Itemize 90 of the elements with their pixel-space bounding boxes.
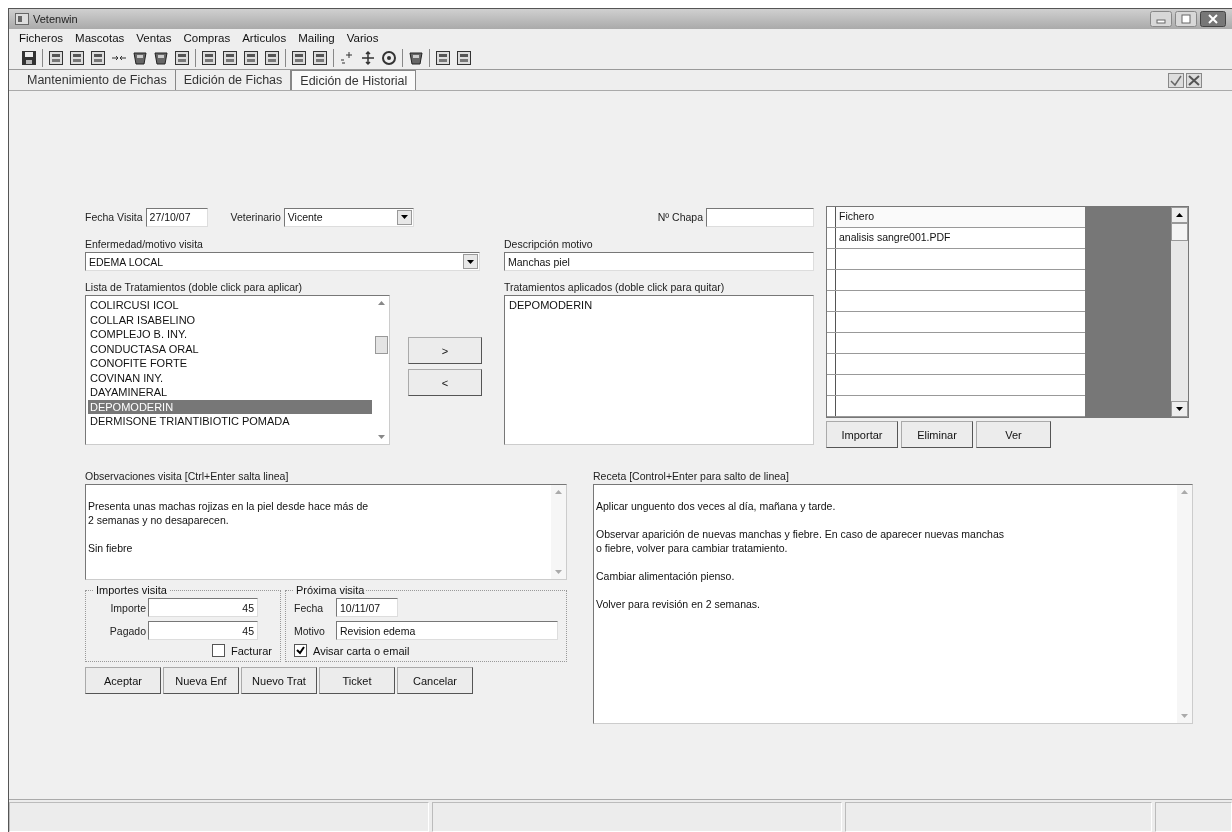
document-icon[interactable] — [312, 50, 328, 66]
vet-dropdown[interactable]: Vicente — [283, 207, 414, 227]
close-button[interactable] — [1200, 11, 1226, 27]
text-area-label: Observaciones visita [Ctrl+Enter salta linea] — [85, 470, 290, 482]
caret-down-icon[interactable] — [1176, 407, 1183, 411]
action-button[interactable]: Ticket — [319, 667, 395, 694]
field-label: Motivo — [294, 624, 326, 637]
action-button[interactable]: Nueva Enf — [163, 667, 239, 694]
document-icon[interactable] — [264, 50, 280, 66]
tab[interactable]: Mantenimiento de Fichas — [19, 70, 176, 90]
date-field[interactable]: 27/10/07 — [145, 207, 208, 227]
field-label: Fecha Visita — [85, 211, 143, 223]
scroll-thumb[interactable] — [375, 336, 388, 354]
tray-icon[interactable] — [153, 50, 169, 66]
list-item[interactable]: COLIRCUSI ICOL — [88, 298, 372, 313]
field-label: Descripción motivo — [504, 238, 594, 250]
illness-dropdown[interactable]: EDEMA LOCAL — [85, 252, 480, 271]
document-icon[interactable] — [435, 50, 451, 66]
action-button[interactable]: Aceptar — [85, 667, 161, 694]
check-icon[interactable] — [1168, 72, 1184, 88]
list-item[interactable]: CONDUCTASA ORAL — [88, 341, 372, 356]
list-item[interactable]: DAYAMINERAL — [88, 385, 372, 400]
menu-item[interactable]: Ficheros — [19, 32, 64, 44]
date-field[interactable]: 10/11/07 — [336, 598, 398, 617]
file-button[interactable]: Importar — [826, 421, 898, 448]
menu-item[interactable]: Compras — [183, 32, 231, 44]
document-icon[interactable] — [222, 50, 238, 66]
checkmark-icon — [296, 646, 305, 655]
ring-icon[interactable] — [381, 50, 397, 66]
field-label: Nº Chapa — [657, 211, 703, 223]
window-title: Vetenwin — [33, 13, 78, 25]
group-title: Próxima visita — [295, 584, 366, 596]
menu-item[interactable]: Mailing — [298, 32, 335, 44]
file-button[interactable]: Eliminar — [901, 421, 973, 448]
menu-item[interactable]: Ventas — [136, 32, 172, 44]
document-icon[interactable] — [456, 50, 472, 66]
document-icon[interactable] — [174, 50, 190, 66]
list-item[interactable]: COMPLEJO B. INY. — [88, 327, 372, 342]
scroll-thumb[interactable] — [1171, 223, 1188, 241]
document-icon[interactable] — [201, 50, 217, 66]
column-header[interactable]: Fichero — [836, 207, 1085, 227]
amount-field[interactable]: 45 — [148, 598, 258, 617]
invoice-checkbox[interactable]: Facturar — [212, 644, 272, 657]
field-label: Veterinario — [230, 211, 281, 223]
app-icon — [15, 13, 29, 25]
document-icon[interactable] — [48, 50, 64, 66]
table-cell-text: analisis sangre001.PDF — [838, 230, 952, 245]
chapa-field[interactable] — [706, 207, 814, 227]
document-icon[interactable] — [69, 50, 85, 66]
document-icon[interactable] — [291, 50, 307, 66]
move-button[interactable]: < — [408, 369, 482, 396]
text-area-label: Receta [Control+Enter para salto de linea] — [593, 470, 790, 482]
description-field[interactable]: Manchas piel — [504, 252, 814, 271]
list-item[interactable]: DEPOMODERIN — [507, 298, 811, 313]
document-icon[interactable] — [90, 50, 106, 66]
tray-icon[interactable] — [408, 50, 424, 66]
list-label: Lista de Tratamientos (doble click para aplicar) — [85, 281, 304, 293]
caret-down-icon[interactable] — [467, 259, 474, 264]
field-label: Fecha — [294, 601, 325, 614]
move-icon[interactable] — [360, 50, 376, 66]
maximize-button[interactable] — [1175, 11, 1197, 27]
scrollbar[interactable] — [1171, 207, 1188, 417]
sparkle-icon[interactable] — [339, 50, 355, 66]
menu-item[interactable]: Mascotas — [75, 32, 125, 44]
close-icon[interactable] — [1186, 72, 1202, 88]
list-item[interactable]: COVINAN INY. — [88, 370, 372, 385]
group-title: Importes visita — [95, 584, 168, 596]
field-label: Enfermedad/motivo visita — [85, 238, 204, 250]
list-item[interactable]: COLLAR ISABELINO — [88, 312, 372, 327]
action-button[interactable]: Cancelar — [397, 667, 473, 694]
menu-item[interactable]: Articulos — [242, 32, 287, 44]
list-item[interactable]: DEPOMODERIN — [88, 399, 372, 414]
list-item[interactable]: DERMISONE TRIANTIBIOTIC POMADA — [88, 414, 372, 429]
field-label: Importe — [109, 601, 146, 614]
caret-up-icon[interactable] — [1176, 213, 1183, 217]
action-button[interactable]: Nuevo Trat — [241, 667, 317, 694]
list-label: Tratamientos aplicados (doble click para quitar) — [504, 281, 726, 293]
notify-checkbox[interactable]: Avisar carta o email — [294, 644, 558, 657]
tray-icon[interactable] — [132, 50, 148, 66]
document-icon[interactable] — [243, 50, 259, 66]
amount-field[interactable]: 45 — [148, 621, 258, 640]
menu-item[interactable]: Varios — [346, 32, 379, 44]
floppy-icon[interactable] — [21, 50, 37, 66]
caret-down-icon[interactable] — [400, 215, 408, 219]
field-label: Pagado — [108, 624, 146, 637]
list-item[interactable]: CONOFITE FORTE — [88, 356, 372, 371]
tab[interactable]: Edición de Historial — [291, 70, 417, 90]
move-button[interactable]: > — [408, 337, 482, 364]
file-button[interactable]: Ver — [976, 421, 1051, 448]
reason-field[interactable]: Revision edema — [336, 621, 558, 640]
